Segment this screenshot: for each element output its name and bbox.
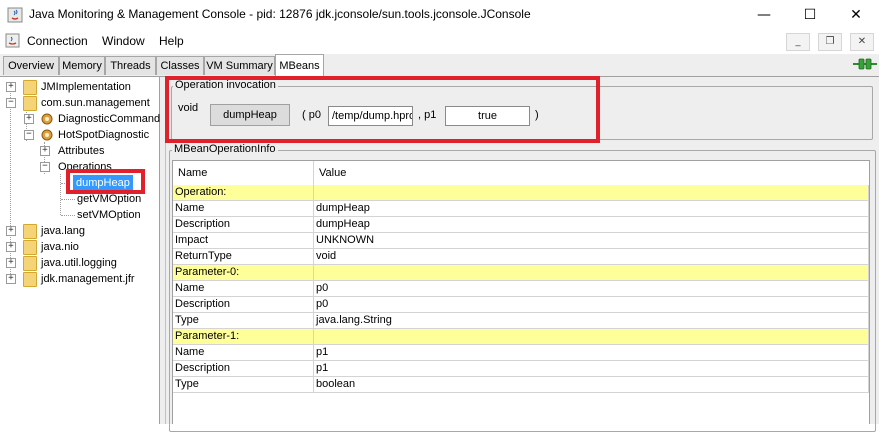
cell-name: Parameter-0:	[173, 265, 314, 281]
tree-node-jmimplementation[interactable]: + JMImplementation	[1, 79, 159, 95]
tab-bar: Overview Memory Threads Classes VM Summa…	[0, 54, 879, 77]
expand-icon[interactable]: +	[6, 82, 16, 92]
folder-icon	[23, 80, 37, 95]
close-button[interactable]: ✕	[833, 0, 879, 30]
cell-name: Description	[173, 361, 314, 377]
folder-icon	[23, 272, 37, 287]
menu-window[interactable]: Window	[102, 34, 145, 48]
tree-node-diagnostic-command[interactable]: + DiagnosticCommand	[1, 111, 160, 127]
bean-icon	[41, 113, 53, 125]
maximize-button[interactable]: ☐	[787, 0, 833, 30]
java-app-icon	[7, 7, 23, 23]
cell-name: Parameter-1:	[173, 329, 314, 345]
table-row[interactable]: Description dumpHeap	[173, 217, 869, 233]
table-row[interactable]: Name dumpHeap	[173, 201, 869, 217]
expand-icon[interactable]: +	[24, 114, 34, 124]
cell-value	[314, 329, 869, 345]
internal-minimize-button[interactable]: _	[786, 33, 810, 51]
cell-name: Operation:	[173, 185, 314, 201]
cell-name: Description	[173, 217, 314, 233]
cell-name: Name	[173, 201, 314, 217]
cell-value: p1	[314, 361, 869, 377]
highlight-box-dumpheap	[66, 169, 145, 194]
cell-value	[314, 185, 869, 201]
menu-connection[interactable]: Connection	[27, 34, 88, 48]
cell-value: UNKNOWN	[314, 233, 869, 249]
bean-icon	[41, 129, 53, 141]
cell-value: p0	[314, 281, 869, 297]
highlight-box-operation-invocation	[165, 76, 600, 143]
cell-name: ReturnType	[173, 249, 314, 265]
tree-node-setvmoption[interactable]: setVMOption	[1, 207, 159, 223]
column-header-value[interactable]: Value	[314, 161, 869, 185]
folder-icon	[23, 256, 37, 271]
cell-name: Type	[173, 313, 314, 329]
tab-memory[interactable]: Memory	[59, 56, 105, 75]
tree-node-attributes[interactable]: + Attributes	[1, 143, 159, 159]
tab-threads[interactable]: Threads	[105, 56, 156, 75]
cell-value	[314, 265, 869, 281]
expand-icon[interactable]: +	[6, 226, 16, 236]
folder-icon	[23, 240, 37, 255]
connection-status-icon[interactable]	[853, 57, 877, 71]
collapse-icon[interactable]: −	[6, 98, 16, 108]
table-row[interactable]: Name p0	[173, 281, 869, 297]
tree-node-java-lang[interactable]: + java.lang	[1, 223, 159, 239]
cell-value: p1	[314, 345, 869, 361]
expand-icon[interactable]: +	[6, 258, 16, 268]
window-title: Java Monitoring & Management Console - p…	[29, 7, 531, 21]
folder-icon	[23, 224, 37, 239]
expand-icon[interactable]: +	[40, 146, 50, 156]
cell-name: Description	[173, 297, 314, 313]
minimize-button[interactable]: —	[741, 0, 787, 30]
tree-node-java-nio[interactable]: + java.nio	[1, 239, 159, 255]
table-section-row[interactable]: Parameter-1:	[173, 329, 869, 345]
expand-icon[interactable]: +	[6, 274, 16, 284]
cell-value: java.lang.String	[314, 313, 869, 329]
cell-value: dumpHeap	[314, 201, 869, 217]
menu-help[interactable]: Help	[159, 34, 184, 48]
cell-value: void	[314, 249, 869, 265]
table-header: Name Value	[173, 161, 869, 186]
tree-node-com-sun-management[interactable]: − com.sun.management	[1, 95, 159, 111]
title-bar: Java Monitoring & Management Console - p…	[0, 0, 879, 30]
tab-classes[interactable]: Classes	[156, 56, 204, 75]
tab-vm-summary[interactable]: VM Summary	[204, 56, 275, 75]
tab-overview[interactable]: Overview	[3, 56, 59, 75]
table-row[interactable]: ReturnType void	[173, 249, 869, 265]
table-row[interactable]: Description p1	[173, 361, 869, 377]
cell-name: Type	[173, 377, 314, 393]
tree-node-jdk-management-jfr[interactable]: + jdk.management.jfr	[1, 271, 159, 287]
mbean-tree: + JMImplementation − com.sun.management …	[1, 77, 160, 424]
table-row[interactable]: Type boolean	[173, 377, 869, 393]
table-row[interactable]: Name p1	[173, 345, 869, 361]
cell-name: Name	[173, 345, 314, 361]
internal-close-button[interactable]: ✕	[850, 33, 874, 51]
table-row[interactable]: Impact UNKNOWN	[173, 233, 869, 249]
table-row[interactable]: Description p0	[173, 297, 869, 313]
folder-icon	[23, 96, 37, 111]
column-header-name[interactable]: Name	[173, 161, 314, 185]
expand-icon[interactable]: +	[6, 242, 16, 252]
tree-node-java-util-logging[interactable]: + java.util.logging	[1, 255, 159, 271]
cell-name: Impact	[173, 233, 314, 249]
mbean-operation-info-title: MBeanOperationInfo	[172, 143, 278, 155]
tab-mbeans[interactable]: MBeans	[275, 54, 324, 77]
table-section-row[interactable]: Operation:	[173, 185, 869, 201]
cell-value: dumpHeap	[314, 217, 869, 233]
java-document-icon[interactable]	[5, 33, 20, 48]
cell-value: p0	[314, 297, 869, 313]
tree-node-hotspot-diagnostic[interactable]: − HotSpotDiagnostic	[1, 127, 159, 143]
cell-value: boolean	[314, 377, 869, 393]
cell-name: Name	[173, 281, 314, 297]
operation-info-table: Name Value Operation: Name dumpHeap Descrip…	[172, 160, 870, 424]
table-section-row[interactable]: Parameter-0:	[173, 265, 869, 281]
menu-bar: Connection Window Help	[0, 30, 879, 52]
table-row[interactable]: Type java.lang.String	[173, 313, 869, 329]
internal-restore-button[interactable]: ❐	[818, 33, 842, 51]
collapse-icon[interactable]: −	[40, 162, 50, 172]
collapse-icon[interactable]: −	[24, 130, 34, 140]
